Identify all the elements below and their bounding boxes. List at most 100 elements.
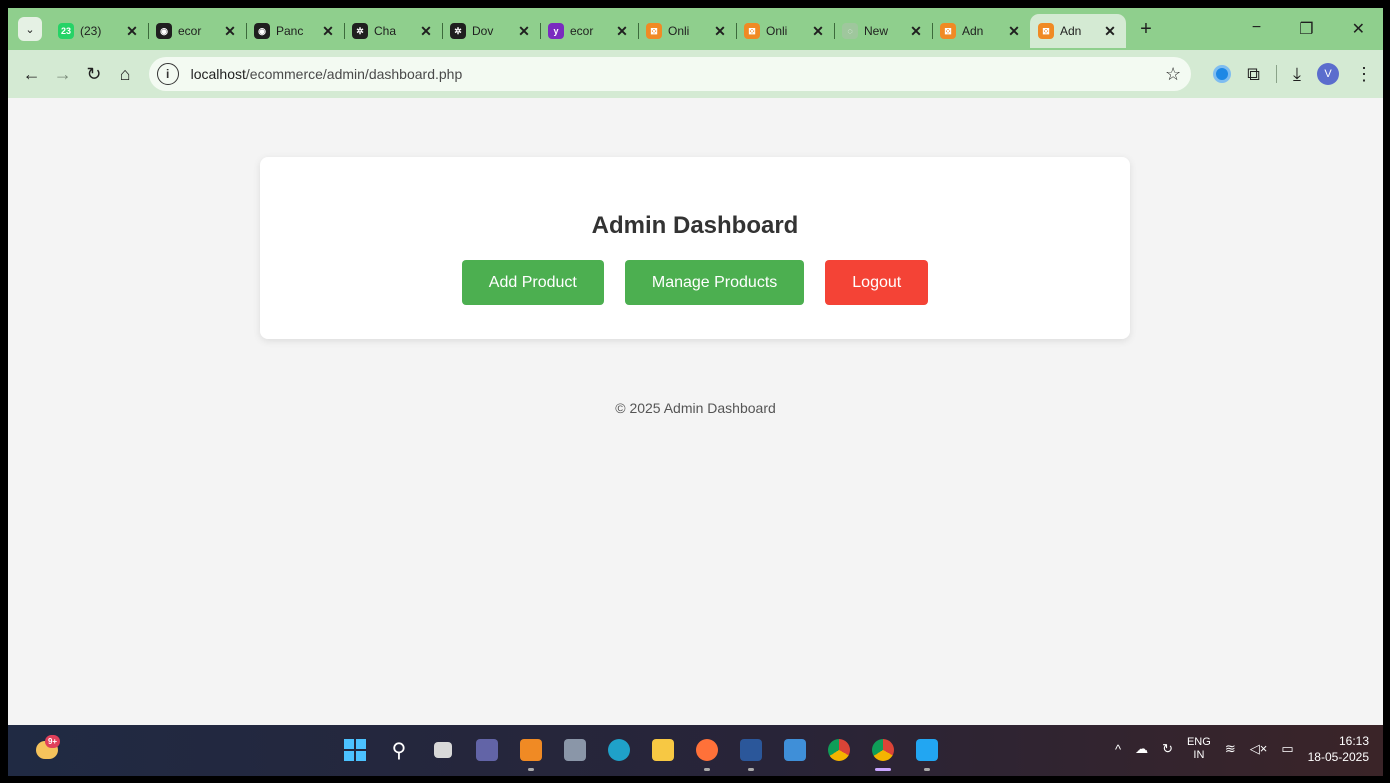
tab-close-icon[interactable]: ✕	[1006, 23, 1022, 40]
tab-close-icon[interactable]: ✕	[124, 23, 140, 40]
chevron-up-icon[interactable]: ^	[1115, 742, 1121, 757]
browser-tab[interactable]: ◉ ecor ✕	[148, 14, 246, 48]
tab-close-icon[interactable]: ✕	[614, 23, 630, 40]
tab-close-icon[interactable]: ✕	[1102, 23, 1118, 40]
camera-button[interactable]	[558, 733, 592, 767]
extension-icon[interactable]	[1213, 65, 1232, 83]
page-footer: © 2025 Admin Dashboard	[615, 400, 776, 416]
tab-title: ecor	[570, 24, 594, 38]
task-view-button[interactable]	[426, 733, 460, 767]
tab-favicon-icon: y	[548, 23, 564, 39]
tab-favicon-icon: ⊠	[940, 23, 956, 39]
back-button[interactable]: ←	[16, 57, 47, 91]
home-button[interactable]: ⌂	[109, 57, 140, 91]
notepad-icon	[784, 739, 806, 761]
toolbar-separator	[1276, 65, 1278, 83]
url-host: localhost	[190, 66, 246, 82]
file-explorer-button[interactable]	[646, 733, 680, 767]
action-buttons: Add Product Manage Products Logout	[260, 260, 1130, 305]
tab-list: 23 (23) ✕ ◉ ecor ✕ ◉ Panc ✕ ✲ Cha ✕ ✲ Dov ✕ y ecor ✕ ⊠ Onli…	[50, 10, 1126, 48]
browser-tab[interactable]: ⊠ Onli ✕	[638, 14, 736, 48]
restore-button[interactable]: ❐	[1299, 19, 1313, 39]
tab-close-icon[interactable]: ✕	[418, 23, 434, 40]
back-arrow-icon: ←	[22, 63, 41, 84]
tab-close-icon[interactable]: ✕	[712, 23, 728, 40]
clock[interactable]: 16:13 18-05-2025	[1308, 733, 1369, 765]
chrome-icon	[828, 739, 850, 761]
browser-tab[interactable]: ◉ Panc ✕	[246, 14, 344, 48]
tab-close-icon[interactable]: ✕	[908, 23, 924, 40]
new-tab-button[interactable]: +	[1134, 18, 1158, 41]
browser-tab[interactable]: ✲ Cha ✕	[344, 14, 442, 48]
browser-tab[interactable]: y ecor ✕	[540, 14, 638, 48]
url-path: /ecommerce/admin/dashboard.php	[245, 66, 463, 82]
teams-button[interactable]	[470, 733, 504, 767]
running-indicator	[748, 768, 754, 771]
notepad-button[interactable]	[778, 733, 812, 767]
extensions-puzzle-icon[interactable]: ⧉	[1247, 64, 1260, 85]
tab-title: Panc	[276, 24, 304, 38]
cloud-off-icon[interactable]: ☁	[1135, 741, 1148, 757]
camera-icon	[564, 739, 586, 761]
chrome-profile-button[interactable]	[866, 733, 900, 771]
manage-products-button[interactable]: Manage Products	[624, 260, 805, 305]
download-icon[interactable]: ⤓	[1293, 64, 1301, 85]
tab-title: New	[864, 24, 889, 38]
minimize-button[interactable]: −	[1252, 19, 1261, 39]
tab-title: Onli	[766, 24, 788, 38]
search-taskbar-button[interactable]: ⚲	[382, 733, 416, 767]
close-window-button[interactable]: ✕	[1352, 19, 1365, 39]
tab-close-icon[interactable]: ✕	[516, 23, 532, 40]
bookmark-star-icon[interactable]: ☆	[1165, 64, 1181, 85]
windows-icon	[344, 739, 366, 761]
volume-muted-icon[interactable]: ◁×	[1250, 741, 1268, 757]
sync-icon[interactable]: ↻	[1162, 741, 1173, 757]
site-info-icon[interactable]: i	[156, 63, 179, 85]
browser-tab[interactable]: ⊠ Adn ✕	[1030, 14, 1126, 48]
language-indicator[interactable]: ENG IN	[1187, 736, 1211, 762]
forward-button[interactable]: →	[47, 57, 78, 91]
running-indicator	[924, 768, 930, 771]
browser-tab[interactable]: ⊠ Adn ✕	[932, 14, 1030, 48]
browser-tab[interactable]: ◌ New ✕	[834, 14, 932, 48]
reload-icon: ↻	[86, 63, 102, 84]
wifi-icon[interactable]: ≋	[1225, 741, 1236, 757]
chrome-profile-icon	[872, 739, 894, 761]
xampp-button[interactable]	[514, 733, 548, 771]
browser-tab[interactable]: 23 (23) ✕	[50, 14, 148, 48]
tab-close-icon[interactable]: ✕	[222, 23, 238, 40]
weather-widget[interactable]: 9+	[34, 735, 62, 763]
menu-kebab-icon[interactable]: ⋮	[1355, 64, 1373, 85]
battery-icon[interactable]: ▭	[1281, 741, 1293, 757]
clock-time: 16:13	[1338, 734, 1369, 748]
home-icon: ⌂	[119, 63, 131, 84]
firefox-button[interactable]	[690, 733, 724, 771]
clock-date: 18-05-2025	[1307, 750, 1369, 764]
profile-avatar[interactable]: V	[1317, 63, 1339, 85]
chrome-button[interactable]	[822, 733, 856, 767]
tab-favicon-icon: ◉	[156, 23, 172, 39]
tab-favicon-icon: ✲	[352, 23, 368, 39]
tab-search-button[interactable]: ⌄	[18, 17, 42, 41]
tab-close-icon[interactable]: ✕	[810, 23, 826, 40]
address-bar[interactable]: i localhost/ecommerce/admin/dashboard.ph…	[148, 57, 1192, 91]
start-button[interactable]	[338, 733, 372, 767]
logout-button[interactable]: Logout	[825, 260, 929, 305]
tab-favicon-icon: ⊠	[646, 23, 662, 39]
url-text[interactable]: localhost/ecommerce/admin/dashboard.php	[191, 66, 463, 82]
browser-tab[interactable]: ✲ Dov ✕	[442, 14, 540, 48]
tab-title: Cha	[374, 24, 397, 38]
browser-tab[interactable]: ⊠ Onli ✕	[736, 14, 834, 48]
tab-close-icon[interactable]: ✕	[320, 23, 336, 40]
search-icon: ⚲	[391, 739, 407, 762]
browser-toolbar: ← → ↻ ⌂ i localhost/ecommerce/admin/dash…	[8, 50, 1383, 98]
tab-favicon-icon: ⊠	[1038, 23, 1054, 39]
add-product-button[interactable]: Add Product	[461, 260, 604, 305]
vscode-button[interactable]	[910, 733, 944, 771]
active-indicator	[875, 768, 891, 771]
reload-button[interactable]: ↻	[78, 57, 109, 91]
edge-button[interactable]	[602, 733, 636, 767]
teams-icon	[476, 739, 498, 761]
word-button[interactable]	[734, 733, 768, 771]
tab-favicon-icon: ✲	[450, 23, 466, 39]
